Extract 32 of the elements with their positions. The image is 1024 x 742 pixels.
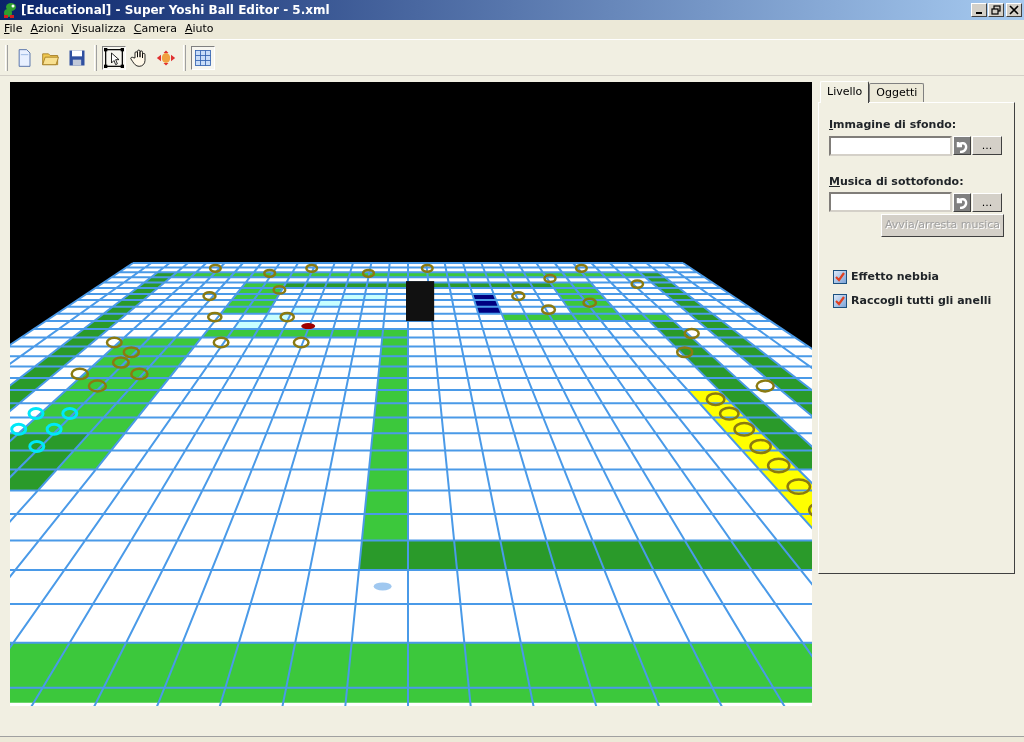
checkbox[interactable] <box>833 294 847 309</box>
menu-item[interactable]: Azioni <box>26 21 68 38</box>
grid-icon <box>193 47 213 68</box>
menu-item[interactable]: Aiuto <box>180 21 218 38</box>
checkbox[interactable] <box>833 269 847 284</box>
field-label: Immagine di sfondo: <box>829 117 958 133</box>
close-button[interactable] <box>1006 3 1022 17</box>
menu-item[interactable]: File <box>0 21 27 38</box>
panel-tab[interactable]: Livello <box>820 81 870 103</box>
checkbox-label: Raccogli tutti gli anelli <box>851 293 992 309</box>
reset-button[interactable] <box>953 192 971 212</box>
close-icon <box>1009 5 1019 15</box>
file-path-field[interactable] <box>829 135 952 156</box>
field-label: Musica di sottofondo: <box>829 173 965 190</box>
browse-button[interactable]: ... <box>972 136 1002 155</box>
select-arrow-tool-button[interactable] <box>102 45 126 70</box>
menu-item[interactable]: Camera <box>129 21 181 38</box>
dinosaur-icon <box>2 2 18 18</box>
undo-arrow-icon <box>955 195 969 209</box>
minimize-button[interactable] <box>971 3 987 17</box>
browse-button[interactable]: ... <box>972 192 1002 212</box>
checkbox-label: Effetto nebbia <box>851 268 940 285</box>
restore-icon <box>991 5 1001 15</box>
panel-tab[interactable]: Oggetti <box>869 82 925 102</box>
window-title: [Educational] - Super Yoshi Ball Editor - 5.xml <box>21 2 331 19</box>
grid-tool-button[interactable] <box>191 45 215 70</box>
reset-button[interactable] <box>953 136 971 155</box>
3d-viewport[interactable] <box>10 82 812 706</box>
minimize-icon <box>976 12 982 14</box>
restore-button[interactable] <box>988 3 1004 17</box>
menu-item[interactable]: Visualizza <box>67 21 130 38</box>
file-path-field[interactable] <box>829 192 952 212</box>
